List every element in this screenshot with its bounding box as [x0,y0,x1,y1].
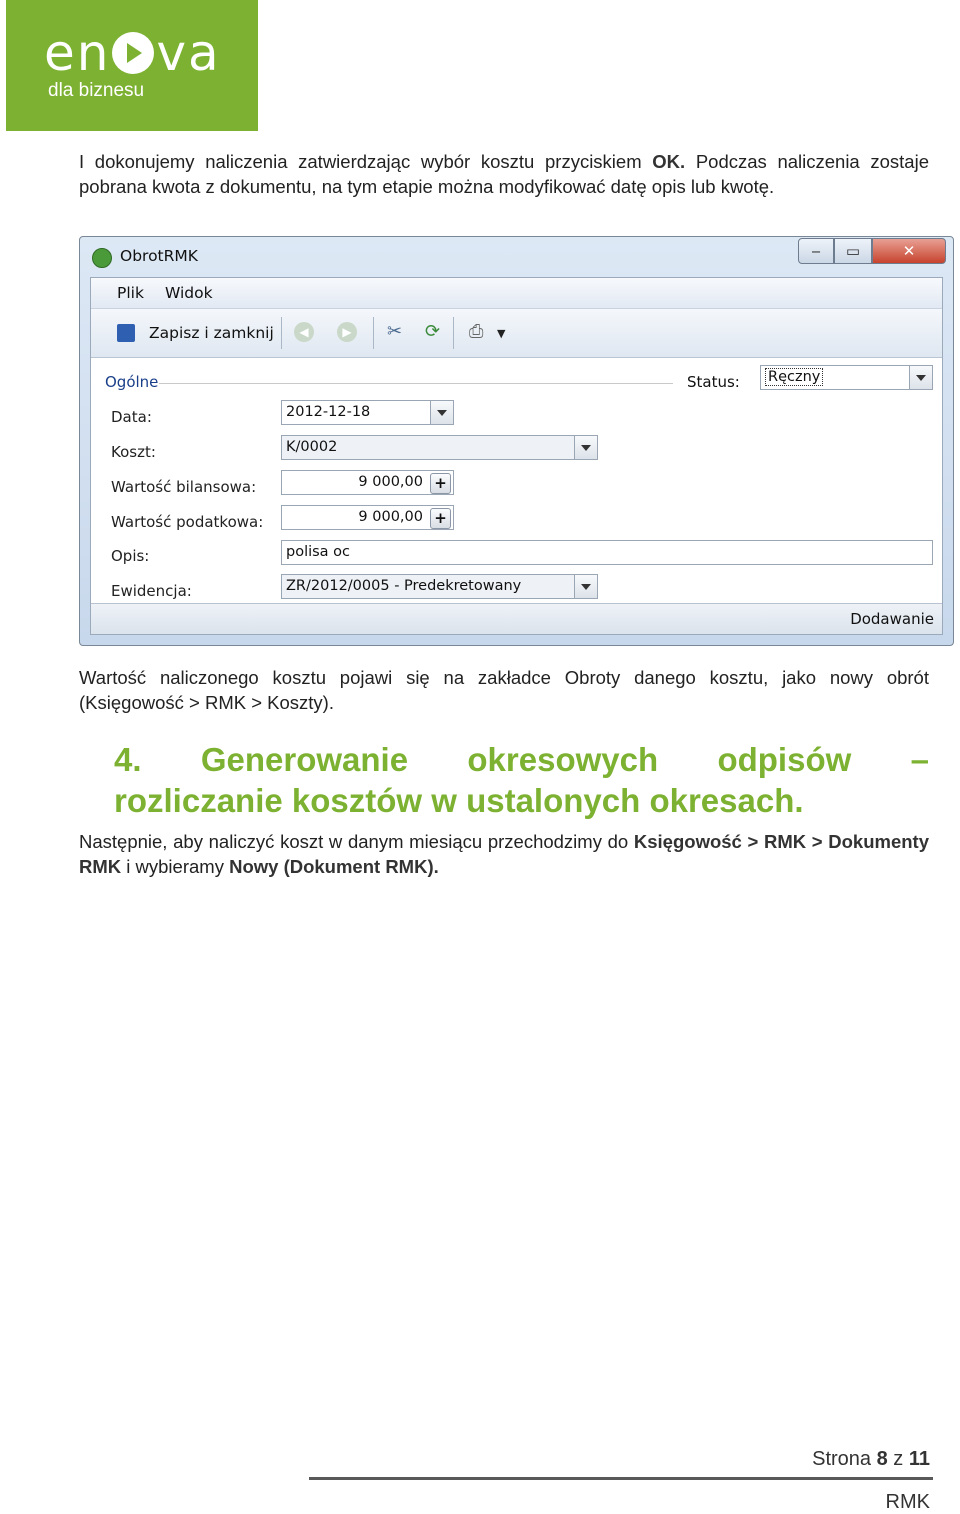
ewidencja-select[interactable]: ZR/2012/0005 - Predekretowany [281,574,598,599]
obrot-rmk-window: ObrotRMK ‒ ▭ ✕ Plik Widok Zapisz i zamkn… [79,236,954,646]
heading-word: Generowanie [200,741,409,778]
title-bar: ObrotRMK ‒ ▭ ✕ [80,237,953,275]
toolbar: Zapisz i zamknij ◀ ▶ ✂ ⟳ ⎙ ▼ [91,309,942,358]
label-data: Data: [111,408,152,426]
heading-line2: rozliczanie kosztów w ustalonych okresac… [114,782,804,819]
footer-rule [309,1477,933,1480]
tools-icon[interactable]: ✂ [387,321,402,345]
minimize-button[interactable]: ‒ [798,238,834,264]
koszt-select[interactable]: K/0002 [281,435,598,460]
status-value: Ręczny [765,368,824,386]
label-ewidencja: Ewidencja: [111,582,192,600]
window-content: Plik Widok Zapisz i zamknij ◀ ▶ ✂ ⟳ ⎙ ▼ … [90,277,943,635]
back-arrow-icon[interactable]: ◀ [294,322,314,342]
label-wartosc-podatkowa: Wartość podatkowa: [111,513,264,531]
form-general: Ogólne Status: Ręczny Data: 2012-12-18 K… [91,358,942,634]
label-opis: Opis: [111,547,150,565]
status-select[interactable]: Ręczny [760,365,933,390]
page-number: Strona 8 z 11 [812,1448,930,1470]
section-divider [159,383,673,384]
window-title: ObrotRMK [120,247,198,265]
enova-logo: en va dla biznesu [6,0,258,131]
date-value: 2012-12-18 [286,404,371,420]
opis-field[interactable]: polisa oc [281,540,933,565]
logo-wordmark: en va [44,24,221,82]
plus-icon[interactable]: + [430,473,451,494]
wartosc-podatkowa-value: 9 000,00 [358,509,423,525]
obroty-paragraph: Wartość naliczonego kosztu pojawi się na… [79,667,929,713]
logo-subtitle: dla biznesu [48,80,145,101]
instructions-paragraph: Następnie, aby naliczyć koszt w danym mi… [79,831,929,877]
refresh-icon[interactable]: ⟳ [425,321,440,345]
plus-icon[interactable]: + [430,508,451,529]
date-field[interactable]: 2012-12-18 [281,400,454,425]
section-heading: 4. Generowanie okresowych odpisów – rozlicza… [114,739,929,821]
footer-code: RMK [885,1491,930,1513]
chevron-down-icon[interactable] [574,436,597,459]
heading-dash: – [910,741,929,778]
forward-arrow-icon[interactable]: ▶ [337,322,357,342]
heading-number: 4. [114,741,142,778]
heading-word: okresowych [467,741,659,778]
mode-status: Dodawanie [850,610,934,628]
close-button[interactable]: ✕ [872,238,946,264]
print-icon[interactable]: ⎙ [469,321,483,345]
status-bar: Dodawanie [91,603,942,634]
play-icon [112,32,155,74]
chevron-down-icon[interactable] [909,366,932,389]
status-label: Status: [687,373,740,391]
label-wartosc-bilansowa: Wartość bilansowa: [111,478,257,496]
chevron-down-icon[interactable] [574,575,597,598]
menu-widok[interactable]: Widok [165,284,213,302]
toolbar-separator [281,317,282,349]
section-ogolne: Ogólne [105,373,159,391]
toolbar-separator [453,317,454,349]
label-koszt: Koszt: [111,443,156,461]
intro-paragraph: I dokonujemy naliczenia zatwierdzając wy… [79,151,929,197]
ewidencja-value: ZR/2012/0005 - Predekretowany [286,578,522,594]
wartosc-bilansowa-value: 9 000,00 [358,474,423,490]
print-dropdown-icon[interactable]: ▼ [497,327,505,351]
save-icon[interactable] [117,324,135,342]
heading-word: odpisów [717,741,852,778]
wartosc-bilansowa-field[interactable]: 9 000,00 + [281,470,454,495]
koszt-value: K/0002 [286,439,338,455]
menu-plik[interactable]: Plik [117,284,144,302]
maximize-button[interactable]: ▭ [834,238,872,264]
chevron-down-icon[interactable] [430,401,453,424]
app-icon [92,248,112,268]
toolbar-separator [373,317,374,349]
wartosc-podatkowa-field[interactable]: 9 000,00 + [281,505,454,530]
menu-bar: Plik Widok [91,278,942,309]
save-and-close-button[interactable]: Zapisz i zamknij [149,324,274,348]
